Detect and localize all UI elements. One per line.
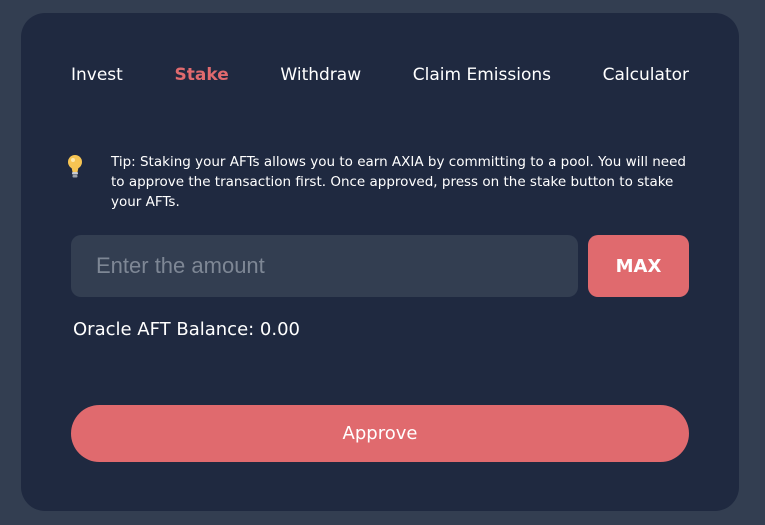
amount-input[interactable]: [71, 235, 578, 297]
tab-stake[interactable]: Stake: [175, 65, 229, 85]
tab-invest[interactable]: Invest: [71, 65, 123, 85]
tip-box: Tip: Staking your AFTs allows you to ear…: [65, 152, 695, 212]
tab-claim-emissions[interactable]: Claim Emissions: [413, 65, 551, 85]
tab-withdraw[interactable]: Withdraw: [280, 65, 361, 85]
tab-calculator[interactable]: Calculator: [603, 65, 689, 85]
tab-bar: Invest Stake Withdraw Claim Emissions Ca…: [71, 65, 689, 85]
tip-text: Tip: Staking your AFTs allows you to ear…: [111, 154, 686, 210]
aft-balance: Oracle AFT Balance: 0.00: [73, 319, 301, 340]
stake-card: Invest Stake Withdraw Claim Emissions Ca…: [21, 13, 739, 511]
max-button[interactable]: MAX: [588, 235, 689, 297]
lightbulb-icon: [68, 155, 82, 178]
approve-button[interactable]: Approve: [71, 405, 689, 462]
